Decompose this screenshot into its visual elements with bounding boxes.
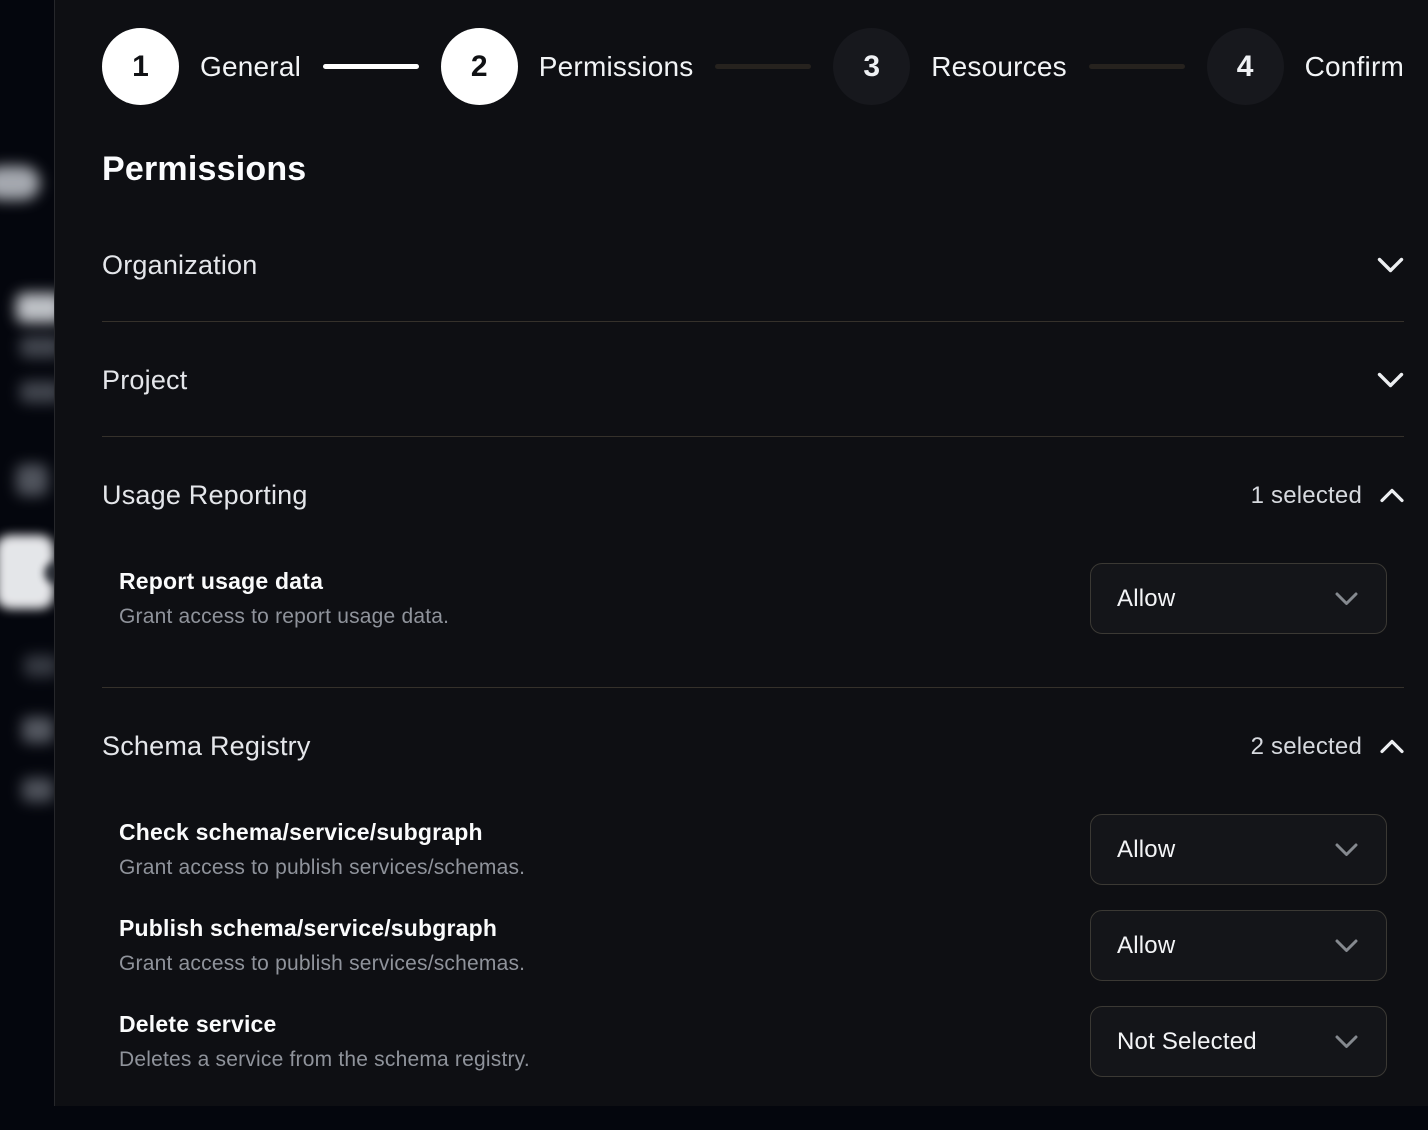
permission-select-value: Allow: [1117, 932, 1175, 960]
section-project: Project: [102, 322, 1404, 437]
background-sidebar: [0, 0, 54, 1106]
permission-title: Delete service: [119, 1011, 530, 1038]
permission-select-value: Allow: [1117, 836, 1175, 864]
permission-description: Grant access to publish services/schemas…: [119, 856, 525, 880]
section-organization-header[interactable]: Organization: [102, 250, 1404, 281]
permission-select-value: Not Selected: [1117, 1028, 1257, 1056]
step-permissions-indicator[interactable]: 2: [441, 28, 518, 105]
step-resources[interactable]: 3 Resources: [833, 28, 1067, 105]
section-title: Project: [102, 365, 187, 396]
permission-select-value: Allow: [1117, 585, 1175, 613]
section-usage-reporting: Usage Reporting 1 selected Report usage …: [102, 437, 1404, 688]
permission-text: Delete service Deletes a service from th…: [119, 1011, 530, 1072]
step-general-indicator[interactable]: 1: [102, 28, 179, 105]
section-schema-registry: Schema Registry 2 selected Check schema/…: [102, 688, 1404, 1130]
chevron-down-icon: [1377, 372, 1404, 389]
step-connector-pending: [1089, 64, 1185, 69]
permission-description: Deletes a service from the schema regist…: [119, 1048, 530, 1072]
permission-description: Grant access to report usage data.: [119, 605, 449, 629]
permission-title: Check schema/service/subgraph: [119, 819, 525, 846]
permission-select[interactable]: Not Selected: [1090, 1006, 1387, 1077]
sidebar-blur-nav-item: [22, 717, 54, 743]
chevron-down-icon: [1335, 592, 1358, 606]
permission-select[interactable]: Allow: [1090, 910, 1387, 981]
sidebar-blur-logo-pill: [0, 166, 40, 200]
selected-count-badge: 2 selected: [1251, 733, 1362, 761]
step-general-label: General: [200, 51, 301, 83]
step-connector-pending: [715, 64, 811, 69]
step-permissions-label: Permissions: [539, 51, 694, 83]
step-permissions[interactable]: 2 Permissions: [441, 28, 694, 105]
sidebar-blur-text: [20, 336, 54, 358]
permission-title: Report usage data: [119, 568, 449, 595]
permission-row-report-usage-data: Report usage data Grant access to report…: [102, 563, 1404, 634]
step-resources-indicator[interactable]: 3: [833, 28, 910, 105]
step-resources-label: Resources: [931, 51, 1067, 83]
permission-text: Report usage data Grant access to report…: [119, 568, 449, 629]
permission-description: Grant access to publish services/schemas…: [119, 952, 525, 976]
section-meta: 2 selected: [1251, 733, 1404, 761]
sidebar-blur-nav-item: [24, 655, 54, 677]
chevron-up-icon: [1380, 488, 1404, 503]
chevron-down-icon: [1335, 843, 1358, 857]
section-usage-reporting-header[interactable]: Usage Reporting 1 selected: [102, 480, 1404, 511]
permission-row-publish-schema: Publish schema/service/subgraph Grant ac…: [102, 910, 1404, 981]
step-confirm-label: Confirm: [1305, 51, 1404, 83]
permission-title: Publish schema/service/subgraph: [119, 915, 525, 942]
step-confirm-indicator[interactable]: 4: [1207, 28, 1284, 105]
section-title: Usage Reporting: [102, 480, 308, 511]
sidebar-blur-heading: [16, 293, 54, 323]
sidebar-blur-icon: [16, 464, 48, 496]
section-project-header[interactable]: Project: [102, 365, 1404, 396]
permission-text: Publish schema/service/subgraph Grant ac…: [119, 915, 525, 976]
chevron-up-icon: [1380, 739, 1404, 754]
wizard-stepper: 1 General 2 Permissions 3 Resources 4 Co…: [102, 28, 1404, 105]
sidebar-blur-nav-item: [22, 778, 54, 802]
chevron-down-icon: [1335, 1035, 1358, 1049]
permissions-sections: Organization Project Usage Reporting 1 s…: [102, 189, 1404, 1130]
step-confirm[interactable]: 4 Confirm: [1207, 28, 1404, 105]
page-title: Permissions: [102, 150, 1404, 189]
chevron-down-icon: [1335, 939, 1358, 953]
section-meta: 1 selected: [1251, 482, 1404, 510]
permission-select[interactable]: Allow: [1090, 563, 1387, 634]
sidebar-blur-text: [20, 381, 54, 403]
section-schema-registry-header[interactable]: Schema Registry 2 selected: [102, 731, 1404, 762]
chevron-down-icon: [1377, 257, 1404, 274]
selected-count-badge: 1 selected: [1251, 482, 1362, 510]
permission-rows: Check schema/service/subgraph Grant acce…: [102, 814, 1404, 1077]
step-connector-complete: [323, 64, 419, 69]
section-title: Organization: [102, 250, 258, 281]
create-token-wizard-panel: 1 General 2 Permissions 3 Resources 4 Co…: [54, 0, 1428, 1106]
permission-select[interactable]: Allow: [1090, 814, 1387, 885]
section-organization: Organization: [102, 189, 1404, 322]
permission-row-delete-service: Delete service Deletes a service from th…: [102, 1006, 1404, 1077]
permission-text: Check schema/service/subgraph Grant acce…: [119, 819, 525, 880]
permission-row-check-schema: Check schema/service/subgraph Grant acce…: [102, 814, 1404, 885]
step-general[interactable]: 1 General: [102, 28, 301, 105]
section-title: Schema Registry: [102, 731, 311, 762]
permission-rows: Report usage data Grant access to report…: [102, 563, 1404, 634]
